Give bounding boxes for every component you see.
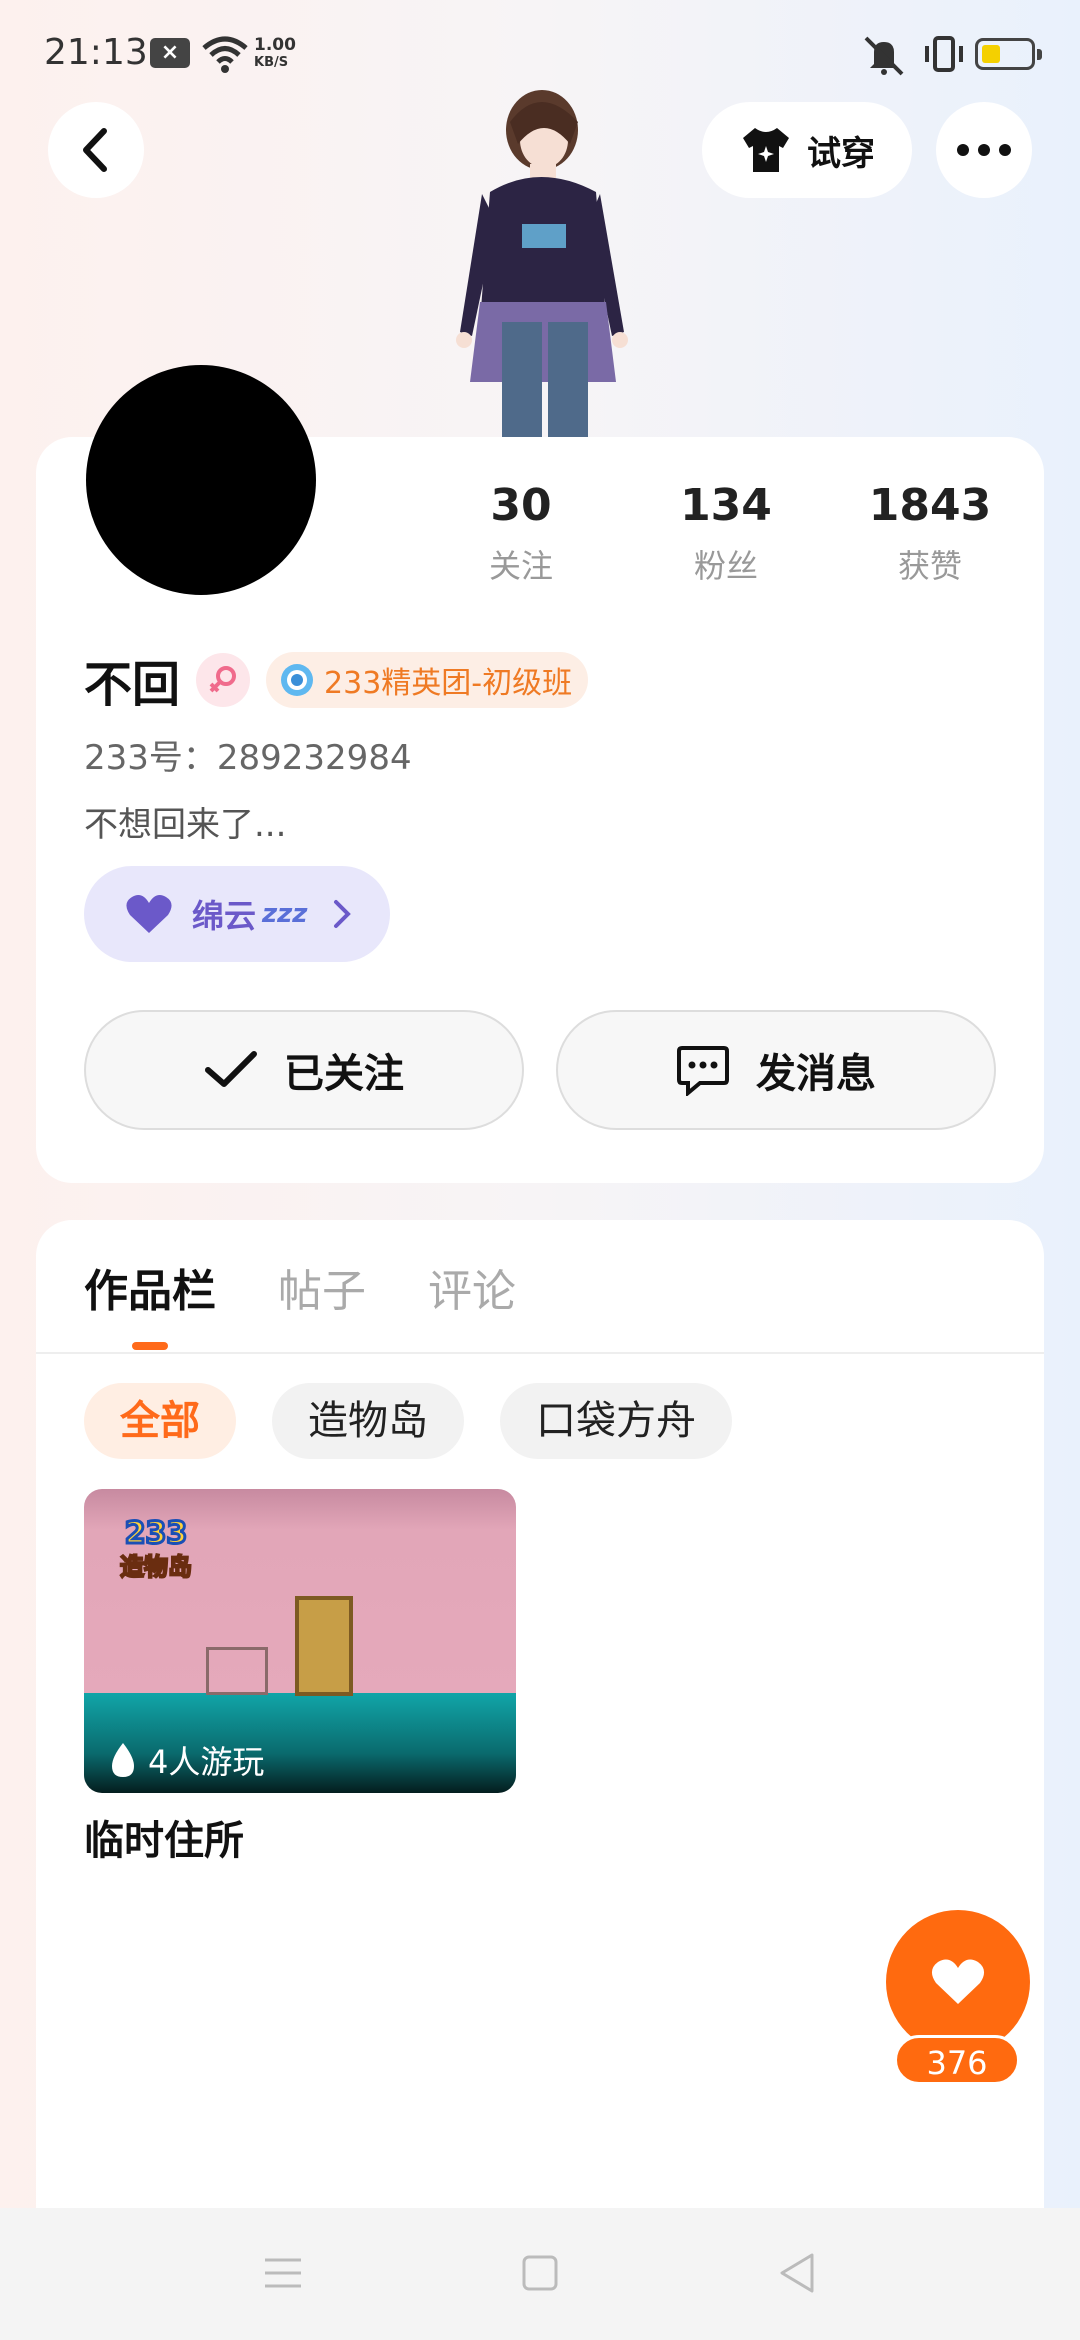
- divider: [36, 1352, 1044, 1354]
- game-logo-text: 造物岛: [120, 1553, 192, 1581]
- game-card[interactable]: 233 造物岛 4人游玩: [84, 1489, 516, 1793]
- message-button[interactable]: 发消息: [556, 1010, 996, 1130]
- nav-home-button[interactable]: [515, 2248, 565, 2298]
- heart-icon: [126, 895, 172, 933]
- filter-creation-island[interactable]: 造物岛: [272, 1383, 464, 1459]
- stat-likes-value: 1843: [868, 480, 992, 531]
- like-button[interactable]: [886, 1910, 1030, 2054]
- stat-following-label: 关注: [488, 547, 553, 585]
- battery-icon: [975, 38, 1042, 70]
- name-row: 不回 233精英团-初级班: [84, 645, 589, 715]
- tab-comments[interactable]: 评论: [428, 1255, 516, 1319]
- like-count: 376: [894, 2035, 1020, 2085]
- filter-all[interactable]: 全部: [84, 1383, 236, 1459]
- stat-likes-label: 获赞: [897, 547, 962, 585]
- try-on-button[interactable]: 试穿: [702, 102, 912, 198]
- stat-followers-label: 粉丝: [693, 547, 758, 585]
- status-time: 21:13: [44, 32, 148, 73]
- avatar-character: [456, 90, 628, 442]
- square-icon: [522, 2255, 558, 2291]
- menu-icon: [265, 2258, 301, 2288]
- back-button[interactable]: [48, 102, 144, 198]
- follow-label: 已关注: [284, 1051, 404, 1097]
- tshirt-icon: [743, 128, 789, 172]
- check-icon: [205, 1051, 257, 1087]
- medal-icon: [281, 664, 314, 696]
- nav-menu-button[interactable]: [258, 2248, 308, 2298]
- mood-status-button[interactable]: 绵云 zzz: [84, 866, 390, 962]
- stat-followers[interactable]: 134 粉丝: [646, 480, 806, 587]
- tab-indicator: [132, 1342, 168, 1350]
- follow-button[interactable]: 已关注: [84, 1010, 524, 1130]
- tab-works[interactable]: 作品栏: [84, 1255, 216, 1319]
- rank-badge[interactable]: 233精英团-初级班: [266, 652, 589, 708]
- user-bio: 不想回来了...: [84, 805, 287, 845]
- wifi-icon: [202, 36, 248, 73]
- play-count-label: 4人游玩: [148, 1743, 265, 1781]
- content-tabs: 作品栏 帖子 评论: [84, 1255, 516, 1319]
- vibrate-icon: [925, 36, 963, 72]
- stat-following-value: 30: [490, 480, 552, 531]
- stat-following[interactable]: 30 关注: [441, 480, 601, 587]
- chevron-right-icon: [334, 900, 351, 928]
- play-count: 4人游玩: [108, 1737, 264, 1783]
- game-logo: 233 造物岛: [119, 1515, 193, 1583]
- more-horizontal-icon: [957, 144, 1011, 156]
- door-graphic: [295, 1596, 353, 1696]
- tab-posts[interactable]: 帖子: [278, 1255, 366, 1319]
- system-nav-bar: [0, 2208, 1080, 2340]
- filter-pocket-ark[interactable]: 口袋方舟: [500, 1383, 732, 1459]
- message-label: 发消息: [756, 1051, 876, 1097]
- chat-bubble-icon: [677, 1046, 729, 1096]
- nav-back-button[interactable]: [772, 2248, 822, 2298]
- chevron-left-icon: [83, 128, 107, 172]
- triangle-back-icon: [780, 2253, 814, 2293]
- mute-bell-icon: [864, 36, 904, 76]
- shelf-graphic: [206, 1647, 268, 1695]
- user-name: 不回: [84, 657, 181, 713]
- avatar[interactable]: [86, 365, 316, 595]
- net-speed: 1.00 KB/S: [254, 36, 296, 72]
- try-on-label: 试穿: [807, 133, 875, 174]
- mood-label: 绵云: [192, 897, 257, 935]
- filter-chips: 全部 造物岛 口袋方舟: [84, 1383, 732, 1459]
- zzz-icon: zzz: [262, 899, 308, 929]
- rank-badge-label: 233精英团-初级班: [324, 666, 573, 701]
- stat-likes[interactable]: 1843 获赞: [850, 480, 1010, 587]
- flame-icon: [112, 1743, 134, 1777]
- more-button[interactable]: [936, 102, 1032, 198]
- notification-icon: ×: [150, 38, 190, 68]
- female-icon: [196, 653, 251, 707]
- stat-followers-value: 134: [680, 480, 772, 531]
- heart-icon: [931, 1959, 985, 2004]
- net-speed-unit: KB/S: [254, 55, 289, 70]
- game-logo-number: 233: [125, 1516, 188, 1551]
- game-title[interactable]: 临时住所: [84, 1808, 244, 1866]
- user-id: 233号：289232984: [84, 738, 412, 778]
- net-speed-value: 1.00: [254, 35, 296, 55]
